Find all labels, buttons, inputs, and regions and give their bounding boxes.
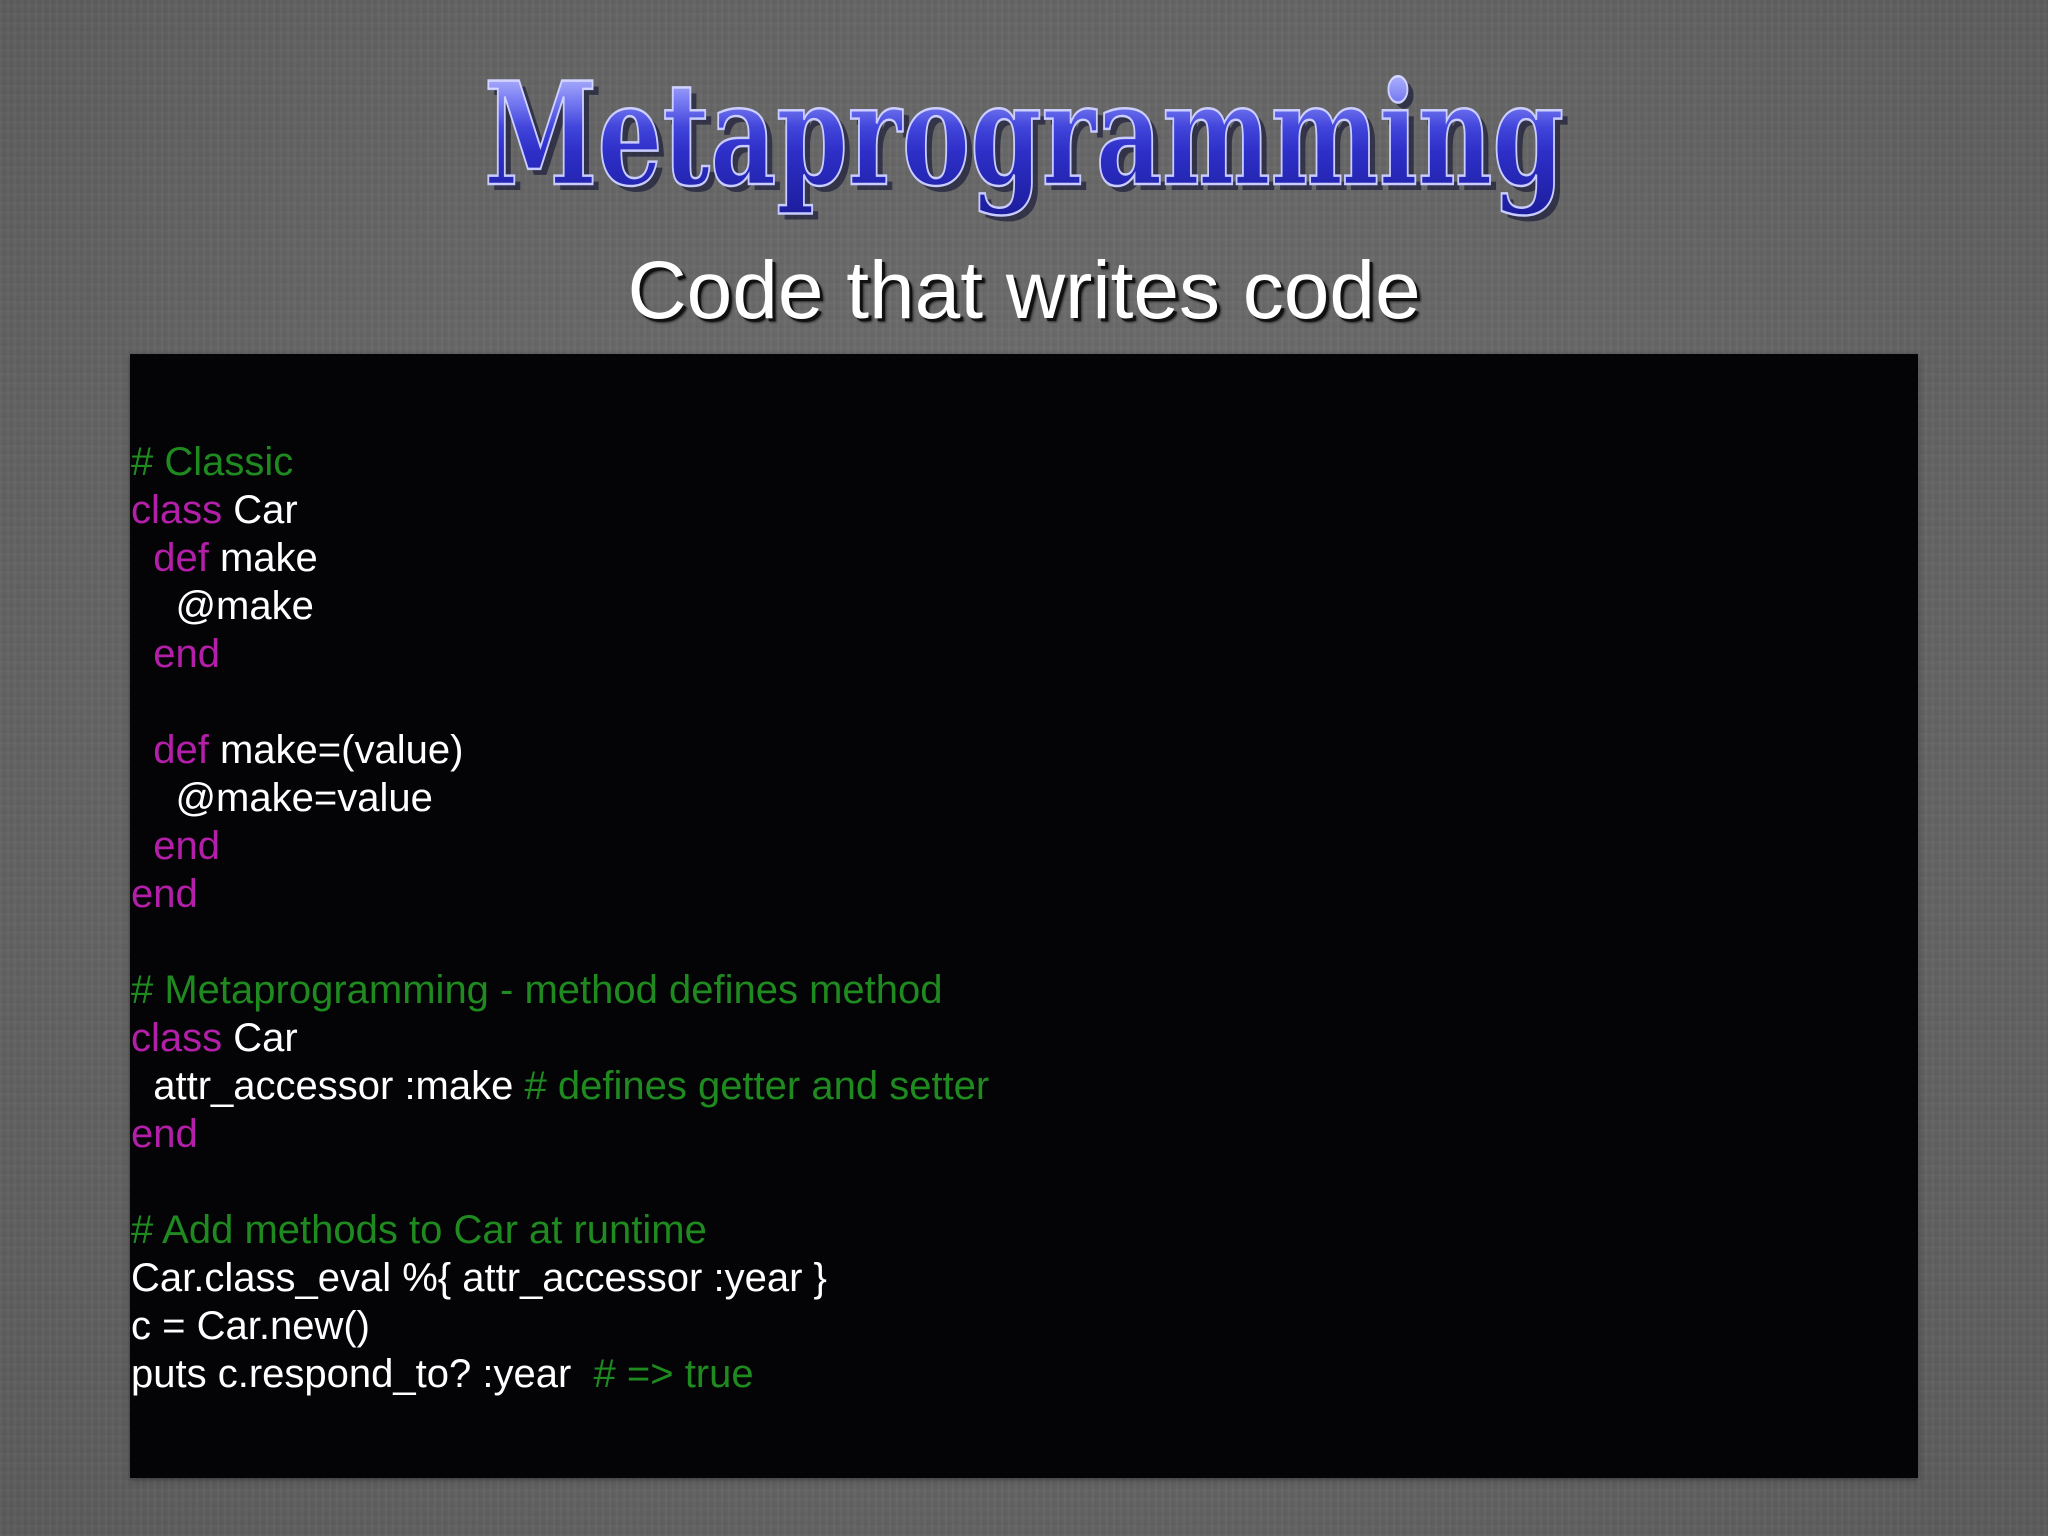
code-line: end bbox=[131, 822, 989, 870]
code-line: def make=(value) bbox=[131, 726, 989, 774]
code-token-keyword: end bbox=[131, 872, 198, 916]
code-line: # Metaprogramming - method defines metho… bbox=[131, 966, 989, 1014]
slide-subtitle: Code that writes code bbox=[627, 245, 1421, 336]
code-token-comment: # => true bbox=[593, 1352, 754, 1396]
code-token-comment: # Add methods to Car at runtime bbox=[131, 1208, 707, 1252]
code-token-plain: c = Car.new() bbox=[131, 1304, 370, 1348]
code-line: attr_accessor :make # defines getter and… bbox=[131, 1062, 989, 1110]
code-line: class Car bbox=[131, 1014, 989, 1062]
code-token-keyword: end bbox=[153, 824, 220, 868]
code-token-comment: # defines getter and setter bbox=[524, 1064, 990, 1108]
code-block: # Classic class Car def make @make end de… bbox=[131, 438, 989, 1398]
code-panel: # Classic class Car def make @make end de… bbox=[130, 354, 1918, 1478]
code-line: Car.class_eval %{ attr_accessor :year } bbox=[131, 1254, 989, 1302]
code-token-plain: make=(value) bbox=[208, 728, 464, 772]
code-token-plain: Car.class_eval %{ attr_accessor :year } bbox=[131, 1256, 827, 1300]
code-token-keyword: class bbox=[131, 488, 223, 532]
slide-title-wordart: Metaprogramming Metaprogramming Metaprog… bbox=[483, 51, 1570, 224]
code-token-plain: attr_accessor :make bbox=[131, 1064, 525, 1108]
code-line: end bbox=[131, 1110, 989, 1158]
code-line: @make bbox=[131, 582, 989, 630]
code-token-keyword: class bbox=[131, 1016, 223, 1060]
code-token-comment: # Classic bbox=[131, 440, 294, 484]
code-line: class Car bbox=[131, 486, 989, 534]
code-line: @make=value bbox=[131, 774, 989, 822]
code-line: puts c.respond_to? :year # => true bbox=[131, 1350, 989, 1398]
code-line: def make bbox=[131, 534, 989, 582]
code-token-plain: puts c.respond_to? :year bbox=[131, 1352, 594, 1396]
code-token-plain: make bbox=[208, 536, 318, 580]
code-line: c = Car.new() bbox=[131, 1302, 989, 1350]
code-token-keyword: end bbox=[131, 1112, 198, 1156]
code-token-plain: Car bbox=[222, 1016, 298, 1060]
code-line: end bbox=[131, 630, 989, 678]
code-token-keyword: def bbox=[153, 728, 209, 772]
code-token-comment: # Metaprogramming - method defines metho… bbox=[131, 968, 943, 1012]
code-token-plain: @make=value bbox=[131, 776, 433, 820]
slide-title-highlight: Metaprogramming bbox=[484, 52, 1564, 218]
code-token-plain: Car bbox=[222, 488, 298, 532]
code-line: # Classic bbox=[131, 438, 989, 486]
code-line: end bbox=[131, 870, 989, 918]
code-line: # Add methods to Car at runtime bbox=[131, 1206, 989, 1254]
code-token-plain: @make bbox=[131, 584, 314, 628]
code-token-keyword: end bbox=[153, 632, 220, 676]
code-token-keyword: def bbox=[153, 536, 209, 580]
slide-title: Metaprogramming Metaprogramming Metaprog… bbox=[0, 30, 2048, 230]
